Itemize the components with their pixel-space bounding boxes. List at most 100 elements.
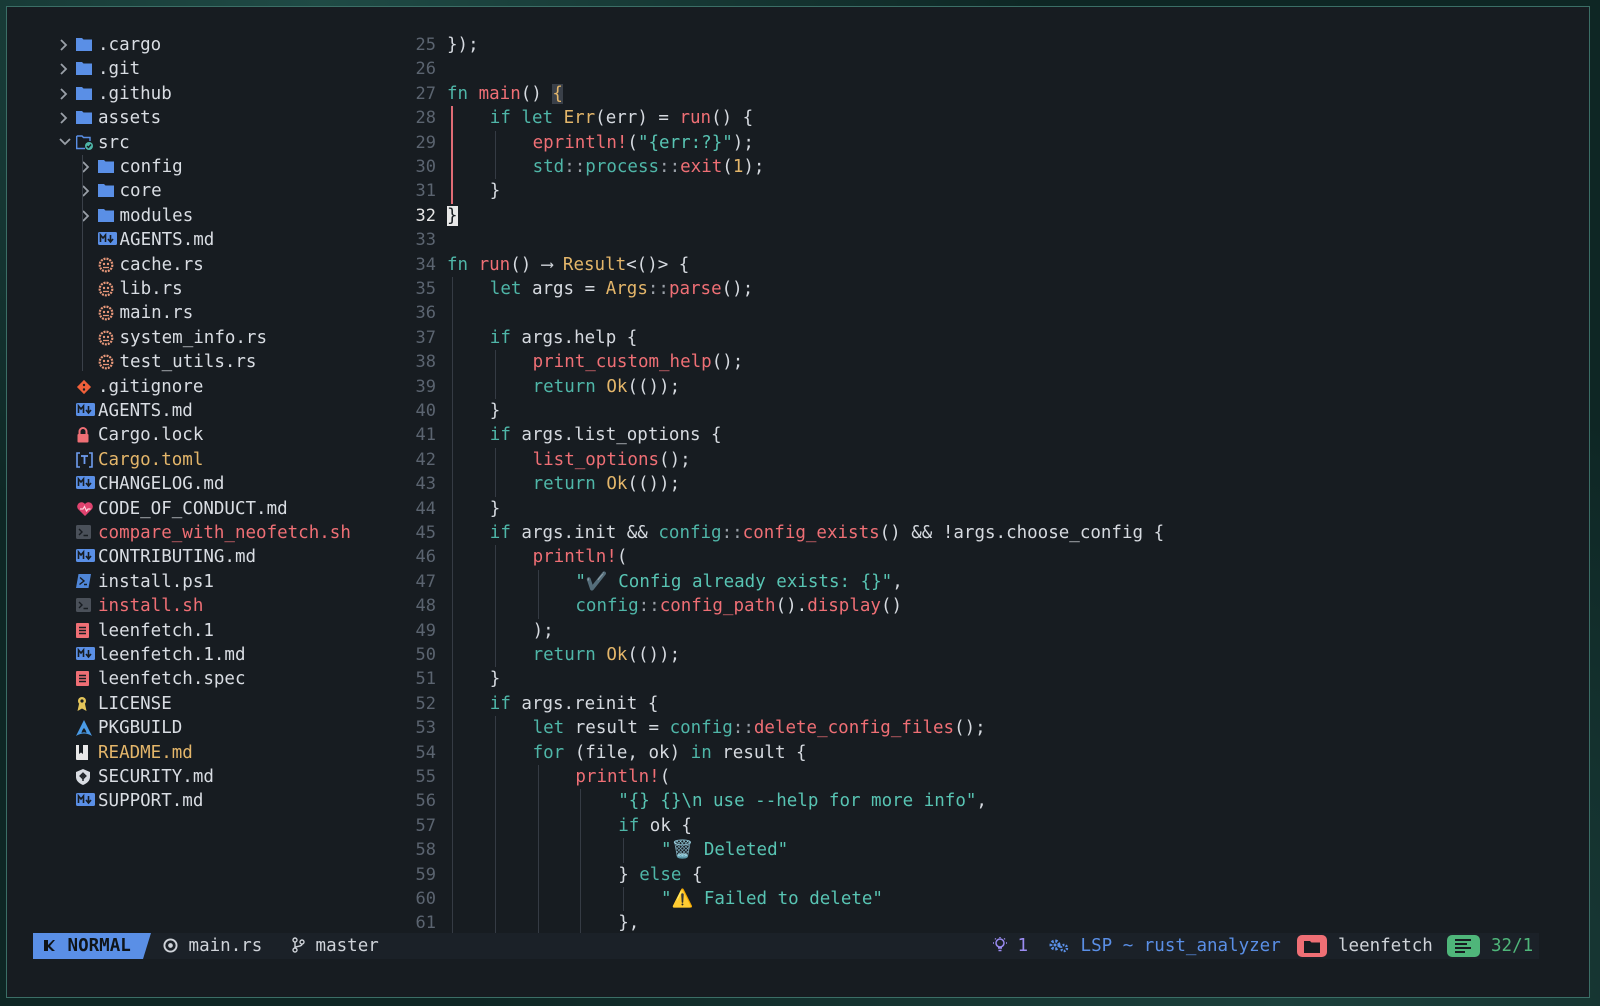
line-number: 61 [415, 913, 436, 934]
explorer-item[interactable]: install.sh [57, 594, 203, 618]
chevron-right-icon[interactable] [57, 57, 75, 81]
explorer-item[interactable]: CHANGELOG.md [57, 472, 224, 496]
explorer-item[interactable]: .gitignore [57, 375, 203, 399]
code-line[interactable]: fn run() ⟶ Result<()> { [447, 253, 689, 277]
explorer-item[interactable]: PKGBUILD [57, 716, 182, 740]
code-line[interactable]: fn main() { [447, 82, 563, 106]
explorer-item[interactable]: LICENSE [57, 692, 172, 716]
explorer-item[interactable]: system_info.rs [79, 326, 267, 350]
chevron-right-icon[interactable] [57, 106, 75, 130]
explorer-item[interactable]: CODE_OF_CONDUCT.md [57, 497, 288, 521]
line-number: 39 [415, 376, 436, 397]
code-line[interactable]: if args.reinit { [490, 692, 659, 716]
explorer-item[interactable]: .git [57, 57, 140, 81]
code-token: :: [721, 523, 743, 543]
explorer-item[interactable]: CONTRIBUTING.md [57, 545, 256, 569]
explorer-item[interactable]: AGENTS.md [79, 228, 214, 252]
code-line[interactable]: } else { [618, 863, 702, 887]
code-line[interactable]: let result = config::delete_config_files… [533, 716, 986, 740]
explorer-item-label: AGENTS.md [98, 401, 193, 421]
code-line[interactable]: return Ok(()); [533, 375, 681, 399]
code-line[interactable]: return Ok(()); [533, 643, 681, 667]
code-line[interactable]: } [490, 497, 501, 521]
explorer-item[interactable]: assets [57, 106, 161, 130]
code-token: println! [575, 767, 660, 787]
explorer-item[interactable]: AGENTS.md [57, 399, 193, 423]
explorer-item[interactable]: Cargo.toml [57, 448, 203, 472]
chevron-right-icon[interactable] [57, 33, 75, 57]
code-line[interactable]: println!( [533, 545, 628, 569]
explorer-item[interactable]: modules [79, 204, 193, 228]
chevron-down-icon[interactable] [57, 131, 75, 155]
explorer-item-label: main.rs [119, 303, 194, 324]
file-explorer: .cargo .git .github assets src config core modu… [7, 7, 407, 937]
lsp-status[interactable]: LSP ~ rust_analyzer [1048, 933, 1281, 959]
code-line[interactable]: print_custom_help(); [533, 350, 744, 374]
code-editor[interactable]: 25}); 26 27 fn main() {28 if let Err(err) = … [402, 7, 1589, 937]
explorer-item[interactable]: core [79, 179, 162, 203]
code-line[interactable]: if args.init && config::config_exists() … [490, 521, 1164, 545]
code-line[interactable]: "✔️ Config already exists: {}", [575, 570, 902, 594]
explorer-item[interactable]: test_utils.rs [79, 350, 256, 374]
explorer-item[interactable]: .cargo [57, 33, 161, 57]
explorer-item[interactable]: .github [57, 82, 172, 106]
code-line[interactable]: } [490, 667, 501, 691]
explorer-item-label: install.ps1 [98, 571, 214, 592]
explorer-item[interactable]: Cargo.lock [57, 423, 203, 447]
code-line[interactable]: if let Err(err) = run() { [490, 106, 753, 130]
code-token: (); [711, 352, 744, 373]
code-line[interactable]: }, [618, 911, 639, 935]
code-line[interactable]: "⚠️ Failed to delete" [661, 887, 883, 911]
explorer-item[interactable]: compare_with_neofetch.sh [57, 521, 351, 545]
code-line[interactable]: if args.list_options { [490, 423, 722, 447]
code-line[interactable]: std::process::exit(1); [533, 155, 765, 179]
explorer-item[interactable]: install.ps1 [57, 570, 214, 594]
text-cursor: } [447, 205, 458, 226]
code-line[interactable]: for (file, ok) in result { [533, 741, 807, 765]
code-token: :: [564, 157, 586, 177]
explorer-item[interactable]: main.rs [79, 301, 194, 325]
hint-count: 1 [1017, 936, 1029, 956]
code-line[interactable]: println!( [575, 765, 670, 789]
explorer-item[interactable]: README.md [57, 741, 193, 765]
code-line[interactable]: return Ok(()); [533, 472, 681, 496]
explorer-item[interactable]: src [57, 131, 130, 155]
code-token: () [880, 596, 903, 617]
code-line[interactable]: eprintln!("{err:?}"); [533, 131, 754, 155]
explorer-item[interactable]: lib.rs [79, 277, 183, 301]
diagnostics-hints[interactable]: 1 [993, 933, 1028, 959]
code-line[interactable]: let args = Args::parse(); [490, 277, 753, 301]
code-line[interactable]: list_options(); [533, 448, 691, 472]
explorer-item[interactable]: leenfetch.1 [57, 619, 214, 643]
explorer-item[interactable]: SECURITY.md [57, 765, 214, 789]
chevron-right-icon[interactable] [57, 82, 75, 106]
indent-guide [580, 789, 582, 936]
code-line[interactable]: } [490, 399, 501, 423]
code-line[interactable]: } [447, 204, 458, 228]
line-number: 27 [415, 83, 436, 104]
lines-icon [1455, 939, 1471, 953]
explorer-item[interactable]: cache.rs [79, 253, 204, 277]
explorer-item-label: CONTRIBUTING.md [98, 547, 257, 568]
code-line[interactable]: if ok { [618, 814, 692, 838]
explorer-item[interactable]: config [79, 155, 183, 179]
code-line[interactable]: "{} {}\n use --help for more info", [618, 789, 987, 813]
explorer-item[interactable]: leenfetch.spec [57, 667, 246, 691]
indent-guide [494, 130, 496, 180]
line-number: 42 [415, 449, 436, 470]
code-line[interactable]: }); [447, 33, 479, 57]
code-line[interactable]: ); [533, 619, 554, 643]
code-token: { [691, 864, 703, 885]
code-line[interactable]: if args.help { [490, 326, 638, 350]
explorer-item[interactable]: leenfetch.1.md [57, 643, 246, 667]
current-file[interactable]: main.rs [163, 933, 262, 959]
explorer-item[interactable]: SUPPORT.md [57, 789, 203, 813]
git-branch[interactable]: master [291, 933, 379, 959]
code-line[interactable]: config::config_path().display() [575, 594, 902, 618]
code-token: if let [489, 108, 564, 129]
lsp-label: LSP ~ rust_analyzer [1080, 936, 1281, 956]
code-line[interactable]: "🗑️ Deleted" [661, 838, 788, 862]
code-line[interactable]: } [490, 179, 501, 203]
line-number: 58 [415, 840, 436, 861]
